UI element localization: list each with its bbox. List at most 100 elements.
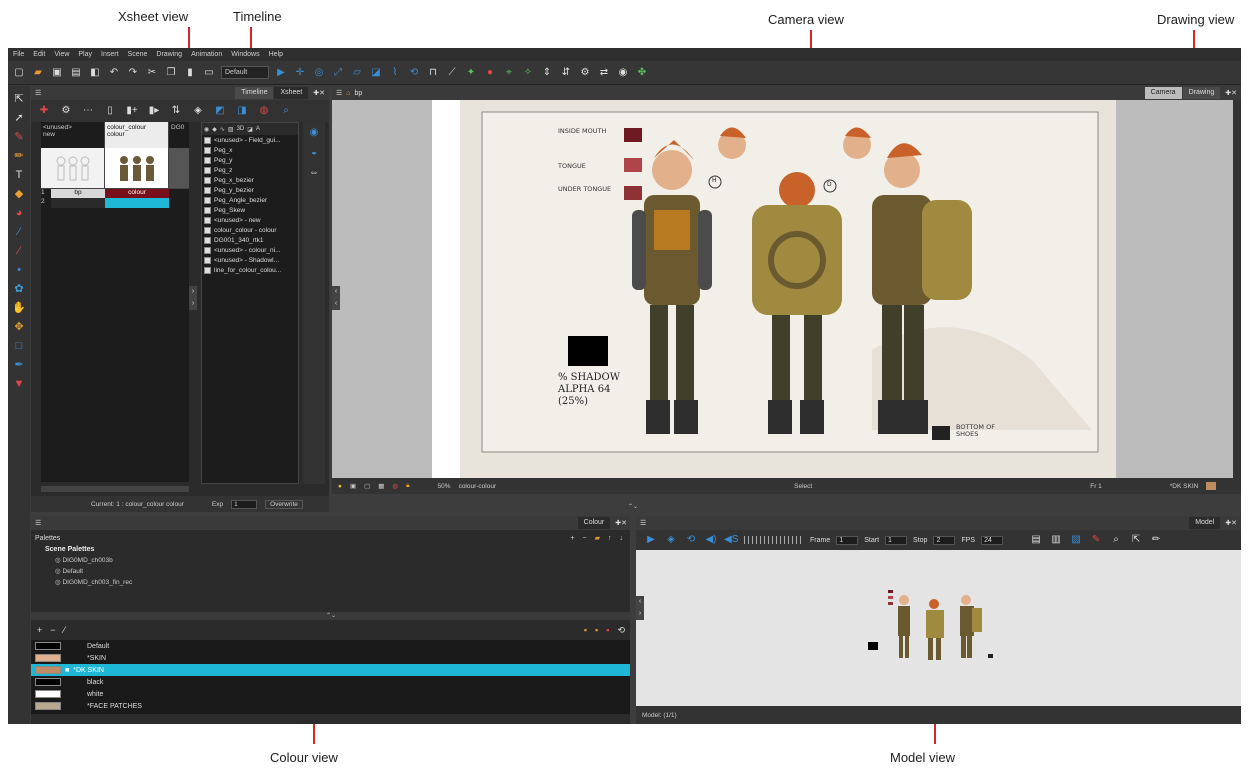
camera-scrollbar[interactable]: [1233, 100, 1241, 480]
fps-input[interactable]: 24: [981, 535, 1004, 545]
camera-menu-icon[interactable]: ☰: [336, 89, 342, 97]
colour-splitter[interactable]: ⌃⌄: [31, 612, 631, 620]
peg-icon[interactable]: ◨: [235, 104, 249, 118]
swatch-row-selected[interactable]: ■ *DK SKIN: [31, 664, 631, 676]
layer-checkbox[interactable]: [204, 136, 211, 144]
menu-view[interactable]: View: [54, 51, 69, 58]
add-drawing-icon[interactable]: ✚: [37, 104, 51, 118]
layer-checkbox[interactable]: [204, 236, 211, 244]
layer-item[interactable]: Peg_x_bezier: [202, 175, 298, 185]
add-swatch-icon[interactable]: +: [37, 625, 42, 635]
menu-windows[interactable]: Windows: [231, 51, 259, 58]
camera-stage[interactable]: INSIDE MOUTH TONGUE UNDER TONGUE % SHADO…: [432, 100, 1116, 480]
3d-label[interactable]: 3D: [237, 126, 245, 132]
tab-xsheet[interactable]: Xsheet: [274, 87, 309, 99]
onion-icon[interactable]: ◉: [616, 66, 630, 80]
xsheet-cell-selected[interactable]: colour: [105, 189, 169, 198]
settings-gear-icon[interactable]: ⚙: [578, 66, 592, 80]
swatch-row[interactable]: white: [31, 688, 631, 700]
palette-item[interactable]: ◎ DIG0MD_ch003b: [45, 556, 631, 567]
rig-icon[interactable]: ✤: [635, 66, 649, 80]
home-icon[interactable]: ⌂: [346, 90, 350, 97]
swatch-row[interactable]: *SKIN: [31, 652, 631, 664]
layer-item[interactable]: <unused> - Shadowl...: [202, 255, 298, 265]
scale-icon[interactable]: ⤢: [331, 66, 345, 80]
playback-speed-slider[interactable]: [744, 536, 804, 544]
tab-drawing[interactable]: Drawing: [1182, 87, 1221, 99]
pencil-tool-icon[interactable]: ✏: [12, 149, 26, 163]
expand-arrows-icon[interactable]: ⇔: [307, 166, 321, 180]
breadcrumb[interactable]: bp: [355, 90, 363, 97]
layer-checkbox[interactable]: [204, 166, 211, 174]
lock-icon[interactable]: ◆: [212, 126, 217, 133]
layer-checkbox[interactable]: [204, 266, 211, 274]
layer-checkbox[interactable]: [204, 186, 211, 194]
layer-item[interactable]: colour_colour - colour: [202, 225, 298, 235]
new-scene-icon[interactable]: ▢: [12, 66, 26, 80]
move-up-icon[interactable]: ↑: [608, 535, 612, 542]
model-zoom-icon[interactable]: ⌕: [1109, 533, 1123, 547]
xsheet-cell[interactable]: bp: [51, 189, 105, 198]
menu-scene[interactable]: Scene: [128, 51, 148, 58]
color-wheel-icon[interactable]: ✿: [12, 282, 26, 296]
morph-icon[interactable]: ⟲: [407, 66, 421, 80]
menu-file[interactable]: File: [13, 51, 24, 58]
layer-item[interactable]: <unused> - new: [202, 215, 298, 225]
tab-timeline[interactable]: Timeline: [235, 87, 274, 99]
column-header[interactable]: DG0: [169, 122, 189, 148]
motion-key-icon[interactable]: ✧: [521, 66, 535, 80]
brush-tool-icon[interactable]: ✎: [12, 130, 26, 144]
palette-item[interactable]: ◎ Default: [45, 567, 631, 578]
layer-item[interactable]: DG001_340_rtk1: [202, 235, 298, 245]
frame-icon[interactable]: ▢: [364, 482, 370, 490]
current-swatch-chip[interactable]: [1206, 482, 1217, 490]
xsheet-cell-row[interactable]: 2: [41, 198, 189, 208]
ease-icon[interactable]: ⇕: [540, 66, 554, 80]
undo-icon[interactable]: ↶: [107, 66, 121, 80]
horizontal-splitter[interactable]: ⌃⌄: [618, 503, 648, 513]
palette-item[interactable]: ◎ DIG0MD_ch003_fin_rec: [45, 578, 631, 589]
contour-editor-icon[interactable]: ➚: [12, 111, 26, 125]
camera-add-view-icon[interactable]: ✚✕: [1225, 89, 1237, 97]
layer-type-icon[interactable]: ◪: [247, 126, 253, 133]
model-page-icon[interactable]: ▤: [1029, 533, 1043, 547]
remove-swatch-icon[interactable]: −: [50, 625, 55, 635]
add-column-icon[interactable]: ▮+: [125, 104, 139, 118]
comment-icon[interactable]: ▭: [202, 66, 216, 80]
pen-colour-icon[interactable]: ▪: [584, 625, 587, 635]
workspace-icon[interactable]: ▶: [274, 66, 288, 80]
rigging-icon[interactable]: ⊓: [426, 66, 440, 80]
hand-tool-icon[interactable]: ✋: [12, 301, 26, 315]
menu-insert[interactable]: Insert: [101, 51, 119, 58]
layer-item[interactable]: Peg_x: [202, 145, 298, 155]
layer-checkbox[interactable]: [204, 156, 211, 164]
import-icon[interactable]: ◧: [88, 66, 102, 80]
model-menu-icon[interactable]: ☰: [640, 519, 646, 527]
play-icon[interactable]: ▶: [644, 533, 658, 547]
redo-icon[interactable]: ↷: [126, 66, 140, 80]
move-down-icon[interactable]: ↓: [620, 535, 624, 542]
menu-animation[interactable]: Animation: [191, 51, 222, 58]
layer-item[interactable]: line_for_colour_colou...: [202, 265, 298, 275]
xsheet-cell-current[interactable]: [105, 198, 169, 208]
swatch-row[interactable]: *FACE PATCHES: [31, 700, 631, 712]
xsheet-cell-row[interactable]: 1 bp colour: [41, 188, 189, 198]
text-tool-icon[interactable]: T: [12, 168, 26, 182]
sort-icon[interactable]: ⇅: [169, 104, 183, 118]
pivot-icon[interactable]: •: [12, 263, 26, 277]
layer-checkbox[interactable]: [204, 196, 211, 204]
stop-input[interactable]: 2: [933, 535, 956, 545]
model-select-icon[interactable]: ⇱: [1129, 533, 1143, 547]
colour-add-view-icon[interactable]: ✚✕: [615, 519, 627, 527]
delete-icon[interactable]: ◍: [257, 104, 271, 118]
menu-play[interactable]: Play: [78, 51, 92, 58]
swatch-options-icon[interactable]: ⟲: [617, 625, 625, 636]
lock-status-icon[interactable]: 🔒︎: [406, 482, 409, 490]
layer-item[interactable]: Peg_Angle_bezier: [202, 195, 298, 205]
link-colours-icon[interactable]: ▪: [606, 625, 609, 635]
xsheet-hscroll[interactable]: [41, 486, 189, 492]
collapse-model-icon[interactable]: ‹ ›: [636, 596, 644, 620]
menu-drawing[interactable]: Drawing: [156, 51, 182, 58]
line-tool-icon[interactable]: ∕: [12, 225, 26, 239]
alpha-label[interactable]: A: [256, 126, 260, 132]
